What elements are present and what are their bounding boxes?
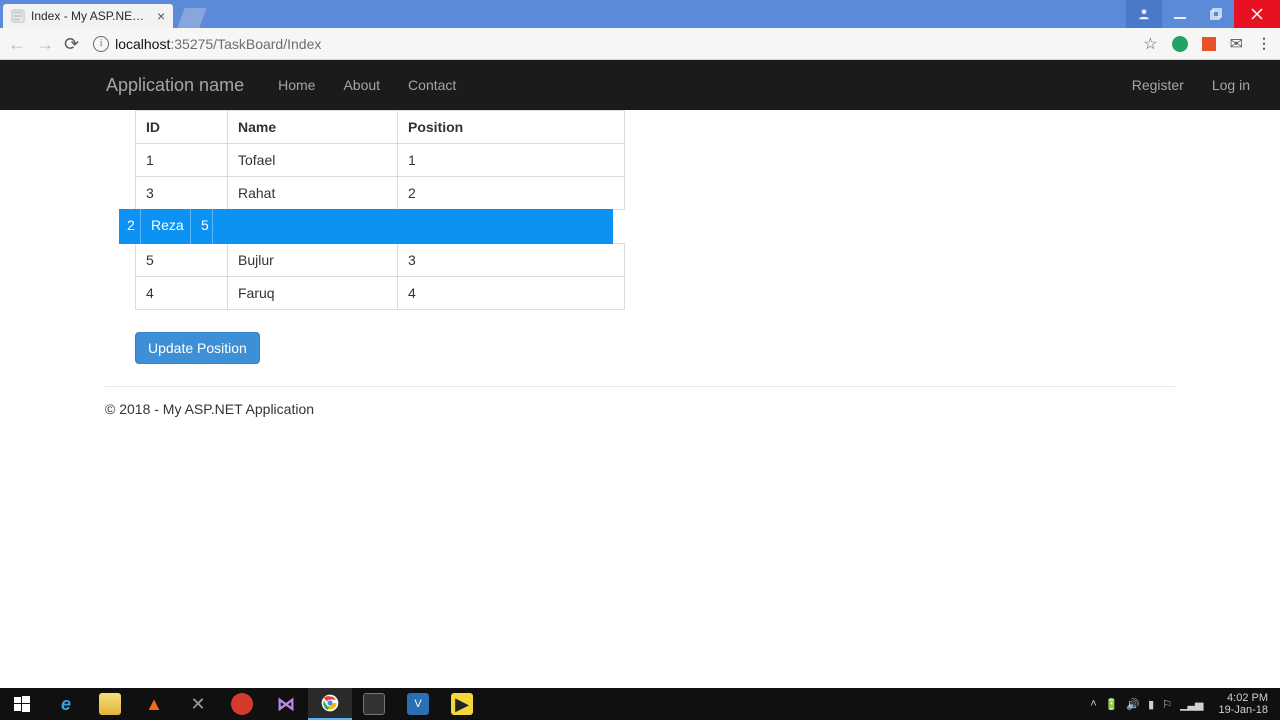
taskbar-opera-icon[interactable]: [220, 688, 264, 720]
nav-register[interactable]: Register: [1118, 60, 1198, 110]
taskbar-terminal-icon[interactable]: [352, 688, 396, 720]
brand-link[interactable]: Application name: [106, 75, 244, 96]
dragging-row[interactable]: 2 Reza 5: [119, 209, 613, 244]
browser-tab-title: Index - My ASP.NET Appl: [31, 9, 151, 23]
tray-time: 4:02 PM: [1218, 692, 1268, 704]
taskbar-explorer-icon[interactable]: [88, 688, 132, 720]
cell-id: 3: [136, 177, 228, 210]
col-name: Name: [228, 111, 398, 144]
drag-cell-pos: 5: [191, 209, 213, 244]
grammarly-extension-icon[interactable]: [1172, 36, 1188, 52]
browser-tab[interactable]: Index - My ASP.NET Appl ×: [3, 4, 173, 28]
cell-name: Faruq: [228, 277, 398, 310]
url-path: :35275/TaskBoard/Index: [170, 36, 321, 52]
tray-network-icon[interactable]: ▮: [1148, 698, 1154, 711]
mail-extension-icon[interactable]: ✉: [1230, 34, 1243, 54]
footer-text: © 2018 - My ASP.NET Application: [105, 401, 1175, 417]
url-host: localhost: [115, 36, 170, 52]
tray-wifi-icon[interactable]: ▁▃▅: [1180, 698, 1202, 711]
task-table-top: ID Name Position 1 Tofael 1 3 Rahat 2: [135, 110, 625, 210]
taskbar-chrome-icon[interactable]: [308, 688, 352, 720]
browser-toolbar: ← → ⟳ i localhost:35275/TaskBoard/Index …: [0, 28, 1280, 60]
update-position-button[interactable]: Update Position: [135, 332, 260, 364]
tray-clock[interactable]: 4:02 PM 19-Jan-18: [1210, 690, 1276, 718]
taskbar-visualstudio-icon[interactable]: ⋈: [264, 688, 308, 720]
tray-chevron-icon[interactable]: ˄: [1090, 698, 1096, 710]
back-button[interactable]: ←: [8, 35, 26, 53]
windows-taskbar: e ▲ ✕ ⋈ V ▶ ˄ 🔋 🔊 ▮ ⚐ ▁▃▅ 4:02 PM 19-Jan…: [0, 688, 1280, 720]
cell-pos: 3: [398, 244, 625, 277]
cell-pos: 2: [398, 177, 625, 210]
tray-flag-icon[interactable]: ⚐: [1162, 698, 1172, 711]
nav-login[interactable]: Log in: [1198, 60, 1264, 110]
divider: [105, 386, 1175, 387]
drag-cell-id: 2: [119, 209, 141, 244]
taskbar-player-icon[interactable]: ▶: [440, 688, 484, 720]
cell-id: 1: [136, 144, 228, 177]
tab-close-icon[interactable]: ×: [157, 8, 165, 24]
taskbar-vlc-icon[interactable]: ▲: [132, 688, 176, 720]
cell-name: Tofael: [228, 144, 398, 177]
start-button[interactable]: [0, 688, 44, 720]
window-minimize-button[interactable]: [1162, 0, 1198, 28]
taskbar-app-v-icon[interactable]: V: [396, 688, 440, 720]
nav-home[interactable]: Home: [264, 60, 329, 110]
address-bar[interactable]: i localhost:35275/TaskBoard/Index: [89, 36, 1133, 52]
window-maximize-button[interactable]: [1198, 0, 1234, 28]
chrome-user-icon[interactable]: [1126, 0, 1162, 28]
site-info-icon[interactable]: i: [93, 36, 109, 52]
cell-name: Bujlur: [228, 244, 398, 277]
col-id: ID: [136, 111, 228, 144]
cell-id: 4: [136, 277, 228, 310]
forward-button[interactable]: →: [36, 35, 54, 53]
window-close-button[interactable]: [1234, 0, 1280, 28]
drag-cell-name: Reza: [141, 209, 191, 244]
taskbar-ie-icon[interactable]: e: [44, 688, 88, 720]
cell-name: Rahat: [228, 177, 398, 210]
nav-about[interactable]: About: [329, 60, 394, 110]
tray-date: 19-Jan-18: [1218, 704, 1268, 716]
table-row[interactable]: 1 Tofael 1: [136, 144, 625, 177]
taskbar-tools-icon[interactable]: ✕: [176, 688, 220, 720]
nav-contact[interactable]: Contact: [394, 60, 470, 110]
col-position: Position: [398, 111, 625, 144]
extension-icon[interactable]: [1202, 37, 1216, 51]
tray-volume-icon[interactable]: 🔊: [1126, 698, 1140, 711]
cell-pos: 1: [398, 144, 625, 177]
drag-cell-spacer: [213, 209, 613, 244]
table-row[interactable]: 5 Bujlur 3: [136, 244, 625, 277]
table-header-row: ID Name Position: [136, 111, 625, 144]
table-row[interactable]: 4 Faruq 4: [136, 277, 625, 310]
chrome-menu-icon[interactable]: ⋮: [1257, 35, 1272, 52]
page-favicon-icon: [11, 9, 25, 23]
app-navbar: Application name Home About Contact Regi…: [0, 60, 1280, 110]
table-row[interactable]: 3 Rahat 2: [136, 177, 625, 210]
window-titlebar: Index - My ASP.NET Appl ×: [0, 0, 1280, 28]
cell-id: 5: [136, 244, 228, 277]
task-table-bottom: 5 Bujlur 3 4 Faruq 4: [135, 243, 625, 310]
reload-button[interactable]: ⟳: [64, 35, 79, 53]
bookmark-star-icon[interactable]: ☆: [1143, 34, 1157, 54]
system-tray[interactable]: ˄ 🔋 🔊 ▮ ⚐ ▁▃▅ 4:02 PM 19-Jan-18: [1090, 690, 1280, 718]
tray-battery-icon[interactable]: 🔋: [1105, 698, 1119, 711]
cell-pos: 4: [398, 277, 625, 310]
